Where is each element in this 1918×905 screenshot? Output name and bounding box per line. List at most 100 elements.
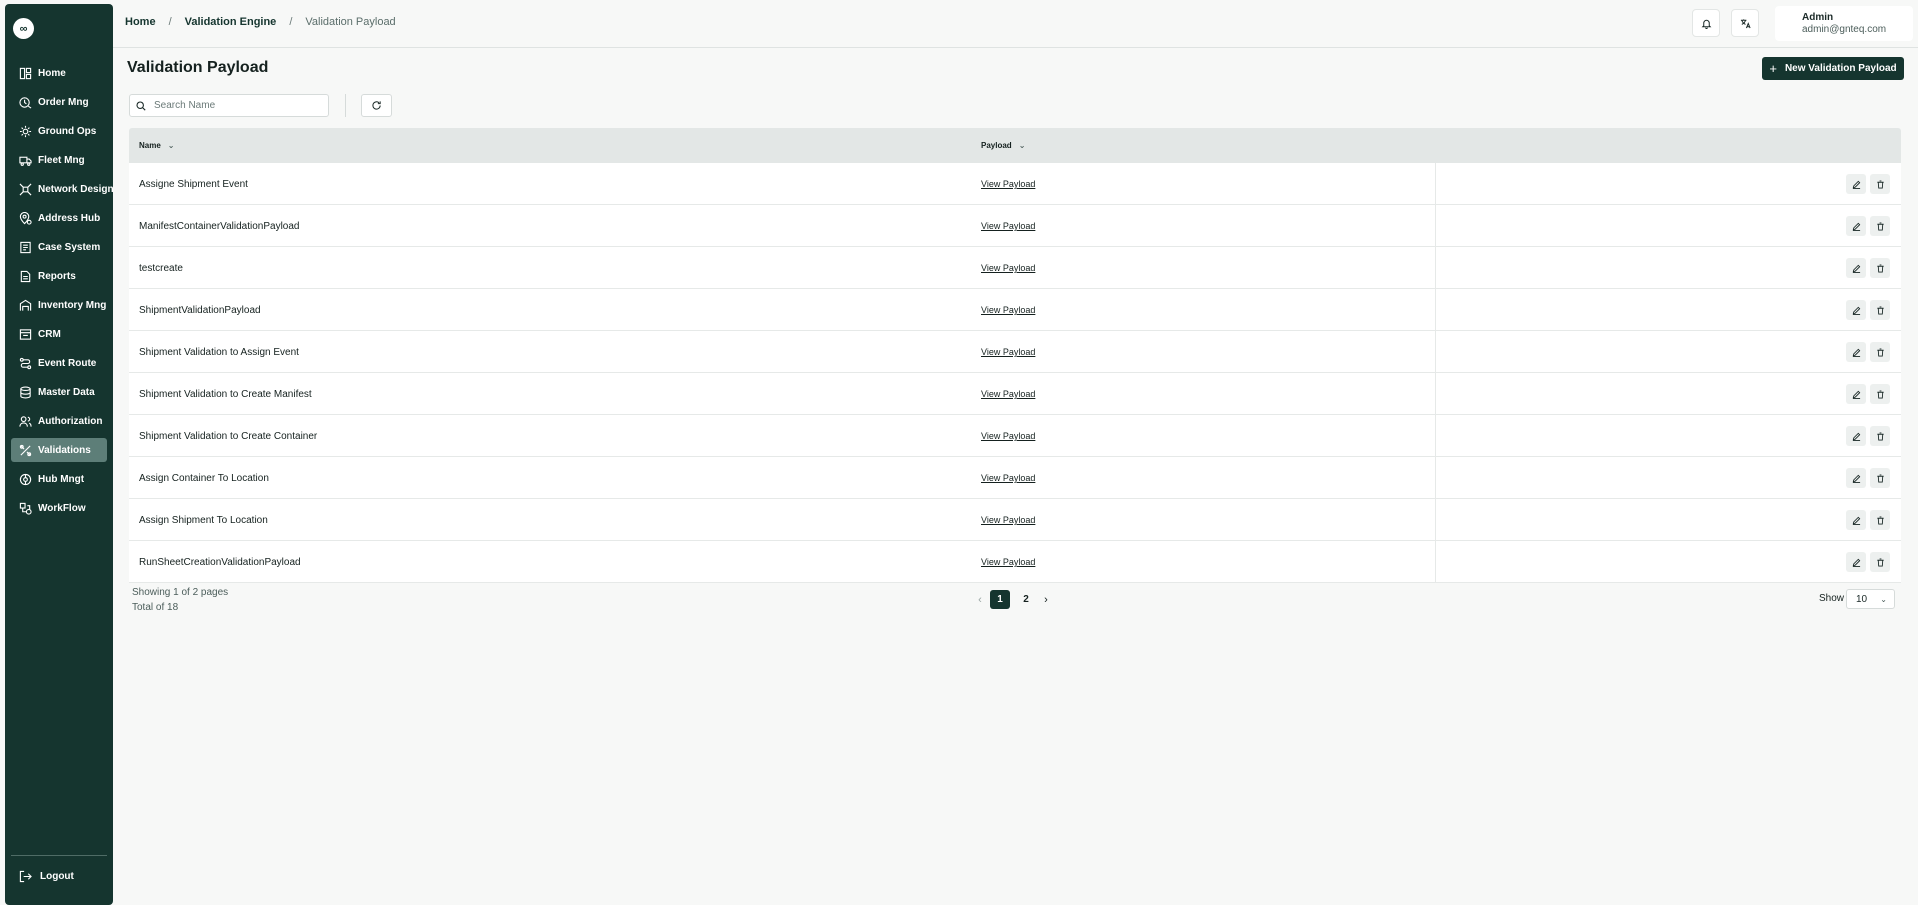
delete-button[interactable] bbox=[1870, 426, 1890, 446]
view-payload-link[interactable]: View Payload bbox=[981, 247, 1035, 289]
trash-icon bbox=[1876, 557, 1884, 567]
pagination: ‹ 1 2 › bbox=[973, 590, 1053, 609]
edit-button[interactable] bbox=[1846, 384, 1866, 404]
column-header-payload[interactable]: Payload ⌄ bbox=[981, 128, 1025, 163]
search-input[interactable] bbox=[154, 100, 324, 111]
sidebar-item-label: Home bbox=[38, 67, 66, 79]
delete-button[interactable] bbox=[1870, 510, 1890, 530]
page-button-2[interactable]: 2 bbox=[1016, 590, 1036, 609]
view-payload-link[interactable]: View Payload bbox=[981, 289, 1035, 331]
trash-icon bbox=[1876, 179, 1884, 189]
delete-button[interactable] bbox=[1870, 216, 1890, 236]
pagination-total: Total of 18 bbox=[132, 602, 179, 613]
sidebar-item-reports[interactable]: Reports bbox=[11, 264, 107, 288]
row-name: ManifestContainerValidationPayload bbox=[139, 220, 300, 232]
delete-button[interactable] bbox=[1870, 552, 1890, 572]
sidebar-item-master-data[interactable]: Master Data bbox=[11, 380, 107, 404]
chevron-down-icon: ⌄ bbox=[1880, 594, 1887, 604]
sidebar-item-home[interactable]: Home bbox=[11, 61, 107, 85]
sidebar-item-workflow[interactable]: WorkFlow bbox=[11, 496, 107, 520]
view-payload-link[interactable]: View Payload bbox=[981, 457, 1035, 499]
location-icon bbox=[19, 211, 32, 225]
previous-page-icon[interactable]: ‹ bbox=[973, 594, 987, 606]
sidebar-item-network-design[interactable]: Network Design bbox=[11, 177, 114, 201]
view-payload-link[interactable]: View Payload bbox=[981, 163, 1035, 205]
page-button-1[interactable]: 1 bbox=[990, 590, 1010, 609]
new-validation-payload-button[interactable]: + New Validation Payload bbox=[1762, 57, 1904, 80]
edit-button[interactable] bbox=[1846, 552, 1866, 572]
sidebar-item-label: Validations bbox=[38, 444, 91, 456]
edit-button[interactable] bbox=[1846, 342, 1866, 362]
logout-button[interactable]: Logout bbox=[19, 870, 74, 883]
user-email: admin@gnteq.com bbox=[1802, 24, 1887, 35]
view-payload-link[interactable]: View Payload bbox=[981, 205, 1035, 247]
edit-button[interactable] bbox=[1846, 510, 1866, 530]
user-name: Admin bbox=[1802, 12, 1834, 23]
trash-icon bbox=[1876, 473, 1884, 483]
toolbar-divider bbox=[345, 94, 346, 117]
sidebar-divider bbox=[11, 855, 107, 856]
sidebar-item-order-mng[interactable]: Order Mng bbox=[11, 90, 107, 114]
database-icon bbox=[20, 386, 31, 398]
chevron-down-icon: ⌄ bbox=[1018, 141, 1026, 150]
edit-button[interactable] bbox=[1846, 468, 1866, 488]
view-payload-link[interactable]: View Payload bbox=[981, 331, 1035, 373]
view-payload-link[interactable]: View Payload bbox=[981, 373, 1035, 415]
delete-button[interactable] bbox=[1870, 174, 1890, 194]
sidebar-item-address-hub[interactable]: Address Hub bbox=[11, 206, 107, 230]
edit-button[interactable] bbox=[1846, 174, 1866, 194]
sidebar-item-label: Inventory Mng bbox=[38, 299, 107, 311]
page-size-select[interactable]: 10 ⌄ bbox=[1846, 589, 1895, 609]
delete-button[interactable] bbox=[1870, 384, 1890, 404]
trash-icon bbox=[1876, 515, 1884, 525]
ground-ops-icon bbox=[19, 125, 32, 137]
refresh-icon bbox=[372, 101, 381, 110]
search-icon bbox=[136, 100, 146, 111]
breadcrumb-separator: / bbox=[168, 16, 172, 28]
sidebar-nav: Home Order Mng Ground Ops Fleet Mng Netw… bbox=[11, 61, 114, 525]
page-size-label: Show bbox=[1819, 593, 1845, 604]
page-title: Validation Payload bbox=[127, 59, 269, 76]
table-row: Assigne Shipment Event View Payload bbox=[129, 163, 1901, 205]
sidebar-item-label: Order Mng bbox=[38, 96, 89, 108]
sidebar-item-crm[interactable]: CRM bbox=[11, 322, 107, 346]
user-menu[interactable]: Admin admin@gnteq.com bbox=[1775, 6, 1913, 41]
sidebar-item-case-system[interactable]: Case System bbox=[11, 235, 107, 259]
report-icon bbox=[20, 270, 31, 282]
edit-button[interactable] bbox=[1846, 300, 1866, 320]
delete-button[interactable] bbox=[1870, 300, 1890, 320]
sidebar-item-validations[interactable]: Validations bbox=[11, 438, 107, 462]
delete-button[interactable] bbox=[1870, 258, 1890, 278]
edit-button[interactable] bbox=[1846, 426, 1866, 446]
sidebar-item-authorization[interactable]: Authorization bbox=[11, 409, 107, 433]
translate-button[interactable] bbox=[1731, 9, 1759, 37]
page-size-value: 10 bbox=[1856, 593, 1868, 605]
edit-icon bbox=[1852, 348, 1860, 357]
edit-button[interactable] bbox=[1846, 258, 1866, 278]
notifications-button[interactable] bbox=[1692, 9, 1720, 37]
sidebar-item-ground-ops[interactable]: Ground Ops bbox=[11, 119, 107, 143]
view-payload-link[interactable]: View Payload bbox=[981, 541, 1035, 583]
row-name: Assign Shipment To Location bbox=[139, 514, 268, 526]
view-payload-link[interactable]: View Payload bbox=[981, 499, 1035, 541]
delete-button[interactable] bbox=[1870, 468, 1890, 488]
row-name: Shipment Validation to Create Container bbox=[139, 430, 318, 442]
column-header-name[interactable]: Name ⌄ bbox=[139, 128, 175, 163]
logout-icon bbox=[19, 870, 32, 883]
sidebar-item-label: Master Data bbox=[38, 386, 95, 398]
sidebar-item-inventory-mng[interactable]: Inventory Mng bbox=[11, 293, 107, 317]
view-payload-link[interactable]: View Payload bbox=[981, 415, 1035, 457]
sidebar-item-hub-mngt[interactable]: Hub Mngt bbox=[11, 467, 107, 491]
table-header: Name ⌄ Payload ⌄ bbox=[129, 128, 1901, 163]
app-logo[interactable]: ∞ bbox=[13, 18, 34, 39]
edit-button[interactable] bbox=[1846, 216, 1866, 236]
breadcrumb-validation-engine[interactable]: Validation Engine bbox=[185, 16, 277, 28]
sidebar-item-event-route[interactable]: Event Route bbox=[11, 351, 107, 375]
row-name: ShipmentValidationPayload bbox=[139, 304, 261, 316]
case-icon bbox=[20, 241, 31, 253]
breadcrumb-home[interactable]: Home bbox=[125, 16, 156, 28]
next-page-icon[interactable]: › bbox=[1039, 594, 1053, 606]
refresh-button[interactable] bbox=[361, 94, 392, 117]
delete-button[interactable] bbox=[1870, 342, 1890, 362]
sidebar-item-fleet-mng[interactable]: Fleet Mng bbox=[11, 148, 107, 172]
